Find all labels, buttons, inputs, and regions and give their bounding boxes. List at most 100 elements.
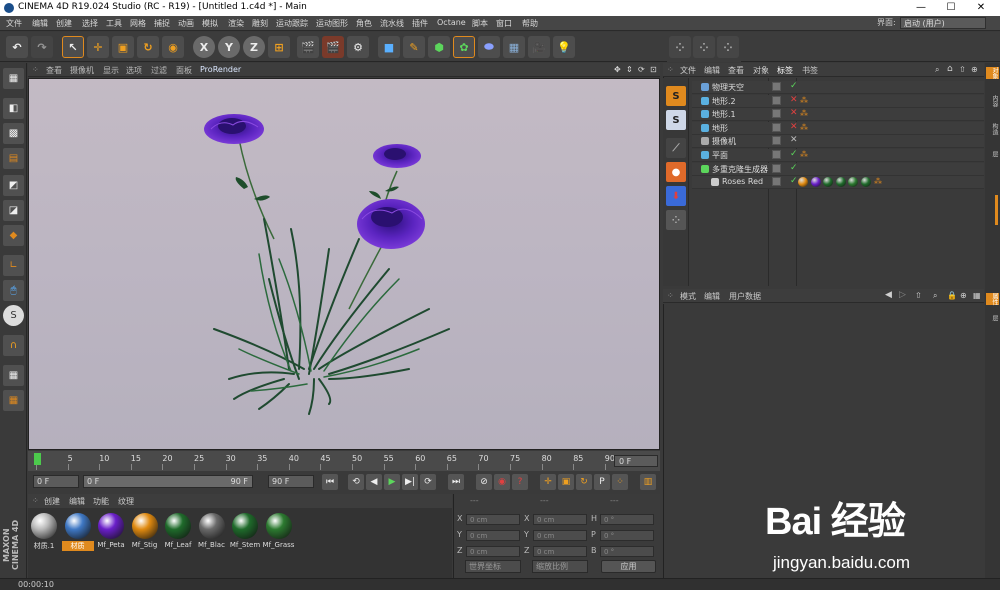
cloner-icon[interactable]: ✿ xyxy=(453,36,475,58)
menu-item[interactable]: 渲染 xyxy=(228,18,244,29)
forward-arrow-icon[interactable]: ▷ xyxy=(899,290,906,300)
material-tag-icon[interactable] xyxy=(835,177,846,187)
grid-lock-icon[interactable]: ▦ xyxy=(3,365,24,386)
visibility-toggle[interactable] xyxy=(772,150,781,159)
object-name[interactable]: 摄像机 xyxy=(712,136,736,147)
object-name[interactable]: 地形 xyxy=(712,123,728,134)
object-menu-item[interactable]: 对象 xyxy=(753,65,769,76)
render-settings-icon[interactable]: ⚙ xyxy=(347,36,369,58)
key-position-icon[interactable]: ✛ xyxy=(540,474,556,490)
maximize-button[interactable]: ☐ xyxy=(936,0,966,16)
menu-item[interactable]: Octane xyxy=(437,18,466,27)
interface-select[interactable]: 启动 (用户) xyxy=(900,17,986,29)
menu-item[interactable]: 动画 xyxy=(178,18,194,29)
tweak-mode-icon[interactable]: 🖱 xyxy=(3,280,24,301)
end-frame-field[interactable]: 90 F xyxy=(268,475,314,488)
back-arrow-icon[interactable]: ◀ xyxy=(885,290,892,300)
snap-icon[interactable]: S xyxy=(3,305,24,326)
rotation-field[interactable]: 0 ° xyxy=(600,530,654,541)
timeline-ruler[interactable]: 051015202530354045505560657075808590 xyxy=(28,451,660,471)
timeline-window-icon[interactable]: ▥ xyxy=(640,474,656,490)
right-tab[interactable]: 构造 xyxy=(986,123,999,135)
viewport-menu-item[interactable]: 显示 xyxy=(103,65,119,76)
go-to-start-icon[interactable]: ⏮ xyxy=(322,474,338,490)
viewport-menu-item[interactable]: 查看 xyxy=(46,65,62,76)
menu-item[interactable]: 网格 xyxy=(130,18,146,29)
select-arrow-icon[interactable]: ↖ xyxy=(62,36,84,58)
zoom-view-icon[interactable]: ⇕ xyxy=(626,65,633,74)
menu-item[interactable]: 选择 xyxy=(82,18,98,29)
menu-item[interactable]: 模拟 xyxy=(202,18,218,29)
visibility-toggle[interactable] xyxy=(772,122,781,132)
position-field[interactable]: 0 cm xyxy=(466,546,520,557)
timeline-playhead[interactable] xyxy=(34,453,41,465)
record-keys-icon[interactable]: ⊘ xyxy=(476,474,492,490)
right-tab[interactable]: 层 xyxy=(986,315,999,321)
object-row[interactable]: 平面 ✓ ⁂ xyxy=(692,149,984,162)
scroll-indicator[interactable] xyxy=(995,195,998,225)
go-to-end-icon[interactable]: ⏭ xyxy=(448,474,464,490)
material-swatch[interactable]: Mf_Peta xyxy=(96,512,126,554)
axis-mode-icon[interactable]: ∟ xyxy=(3,255,24,276)
material-menu-item[interactable]: 编辑 xyxy=(69,496,85,507)
object-tag-icon[interactable]: ⁂ xyxy=(800,123,808,132)
texture-mode-icon[interactable]: ▩ xyxy=(3,123,24,144)
octane-material-icon[interactable]: ⬇ xyxy=(666,186,686,206)
layout-icon-3[interactable]: ⁘ xyxy=(717,36,739,58)
material-swatch[interactable]: Mf_Stem xyxy=(230,512,260,554)
object-row[interactable]: 地形.1 ✕ ⁂ xyxy=(692,108,984,122)
position-field[interactable]: 0 cm xyxy=(466,530,520,541)
menu-item[interactable]: 文件 xyxy=(6,18,22,29)
lock-icon[interactable]: 🔒 xyxy=(947,291,957,300)
material-swatch[interactable]: Mf_Grass xyxy=(263,512,294,554)
object-row[interactable]: 多重克隆生成器 ✓ xyxy=(692,162,984,176)
3d-viewport[interactable] xyxy=(28,78,660,450)
enable-toggle[interactable]: ✕ xyxy=(790,122,798,132)
visibility-toggle[interactable] xyxy=(772,109,781,119)
rotate-view-icon[interactable]: ⟳ xyxy=(638,65,645,74)
toggle-view-icon[interactable]: ⊡ xyxy=(650,65,657,74)
object-row[interactable]: 地形 ✕ ⁂ xyxy=(692,121,984,135)
size-field[interactable]: 0 cm xyxy=(533,546,587,557)
make-editable-icon[interactable]: ▦ xyxy=(3,68,24,89)
object-name[interactable]: 地形.2 xyxy=(712,96,736,107)
grid-snap-icon[interactable]: ▦ xyxy=(3,390,24,411)
object-menu-item[interactable]: 书签 xyxy=(802,65,818,76)
object-tag-icon[interactable]: ⁂ xyxy=(800,96,808,105)
menu-item[interactable]: 帮助 xyxy=(522,18,538,29)
material-tag-icon[interactable] xyxy=(823,177,833,187)
enable-toggle[interactable]: ✕ xyxy=(790,135,798,145)
visibility-toggle[interactable] xyxy=(772,82,781,91)
object-menu-item[interactable]: 标签 xyxy=(777,65,793,76)
move-icon[interactable]: ✛ xyxy=(87,36,109,58)
right-tab[interactable]: 对象 xyxy=(986,67,999,79)
material-swatch[interactable]: Mf_Stig xyxy=(130,512,160,554)
octane-record-icon[interactable]: ● xyxy=(666,162,686,182)
menu-item[interactable]: 工具 xyxy=(106,18,122,29)
pen-spline-icon[interactable]: ✎ xyxy=(403,36,425,58)
close-button[interactable]: ✕ xyxy=(966,0,996,16)
object-name[interactable]: Roses Red xyxy=(722,177,763,186)
previous-key-icon[interactable]: ⟲ xyxy=(348,474,364,490)
viewport-menu-item[interactable]: 面板 xyxy=(176,65,192,76)
scale-icon[interactable]: ▣ xyxy=(112,36,134,58)
search-icon[interactable]: ⌕ xyxy=(935,65,939,75)
auto-keying-icon[interactable]: ◉ xyxy=(494,474,510,490)
menu-item[interactable]: 编辑 xyxy=(32,18,48,29)
material-menu-item[interactable]: 创建 xyxy=(44,496,60,507)
cube-icon[interactable]: ■ xyxy=(378,36,400,58)
object-tag-icon[interactable]: ⁂ xyxy=(874,177,882,186)
layout-icon-1[interactable]: ⁘ xyxy=(669,36,691,58)
material-menu-item[interactable]: 纹理 xyxy=(118,496,134,507)
home-icon[interactable]: ⌂ xyxy=(947,64,953,74)
object-name[interactable]: 地形.1 xyxy=(712,109,736,120)
menu-item[interactable]: 创建 xyxy=(56,18,72,29)
octane-settings-icon[interactable]: S xyxy=(666,86,686,106)
undo-icon[interactable]: ↶ xyxy=(6,36,28,58)
object-menu-item[interactable]: 文件 xyxy=(680,65,696,76)
material-swatch[interactable]: Mf_Blac xyxy=(197,512,227,554)
new-view-icon[interactable]: ⊕ xyxy=(971,65,978,74)
size-field[interactable]: 0 cm xyxy=(533,514,587,525)
menu-item[interactable]: 插件 xyxy=(412,18,428,29)
next-key-icon[interactable]: ⟳ xyxy=(420,474,436,490)
